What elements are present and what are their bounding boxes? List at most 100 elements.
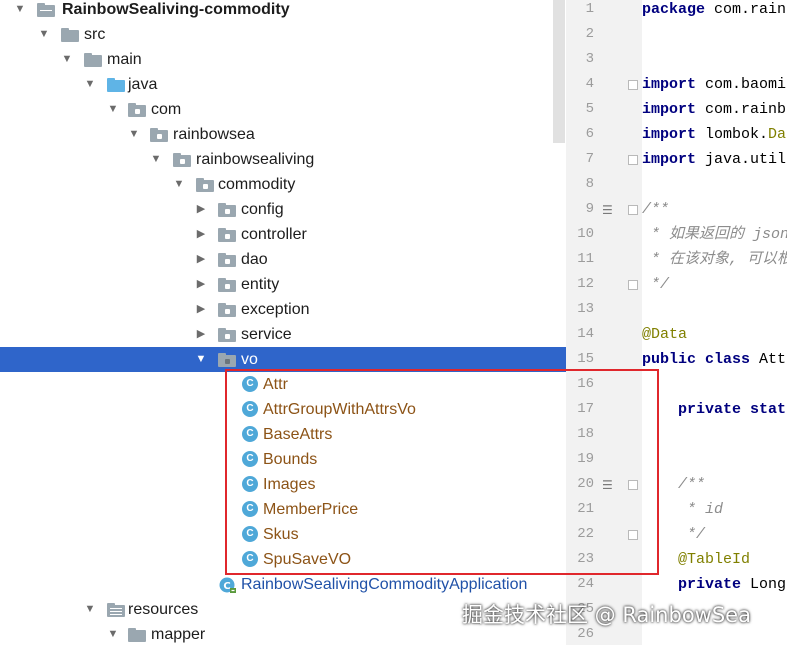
tree-item-main[interactable]: ▼ main (0, 47, 566, 72)
tree-item-label: mapper (151, 626, 206, 643)
code-line-4: import com.baomi (642, 76, 787, 93)
line-number: 8 (585, 176, 594, 192)
tree-item-label: entity (241, 276, 280, 293)
tree-item-label: commodity (218, 176, 296, 193)
chevron-right-icon[interactable]: ▶ (194, 197, 208, 222)
module-folder-icon (37, 3, 55, 17)
package-folder-icon (218, 203, 236, 217)
folder-icon (128, 628, 146, 642)
resources-folder-icon (107, 603, 125, 617)
source-root-folder-icon (107, 78, 125, 92)
line-number: 13 (577, 301, 594, 317)
fold-marker-icon[interactable] (628, 205, 638, 215)
code-line-14: @Data (642, 326, 688, 343)
line-number: 5 (585, 101, 594, 117)
tree-item-label: controller (241, 226, 307, 243)
chevron-right-icon[interactable]: ▶ (194, 322, 208, 347)
line-number: 6 (585, 126, 594, 142)
folder-icon (84, 53, 102, 67)
code-line-24: private Long (642, 576, 787, 593)
fold-marker-icon[interactable] (628, 80, 638, 90)
package-folder-icon (196, 178, 214, 192)
tree-item-label: exception (241, 301, 310, 318)
tree-item-entity[interactable]: ▶ entity (0, 272, 566, 297)
chevron-right-icon[interactable]: ▶ (194, 222, 208, 247)
code-line-11: * 在该对象, 可以根 (642, 251, 787, 268)
package-folder-icon (150, 128, 168, 142)
chevron-down-icon[interactable]: ▼ (83, 72, 97, 97)
line-number: 7 (585, 151, 594, 167)
svg-text:C: C (223, 581, 230, 592)
code-line-9: /** (642, 201, 670, 218)
chevron-down-icon[interactable]: ▼ (127, 122, 141, 147)
chevron-right-icon[interactable]: ▶ (194, 247, 208, 272)
folder-icon (61, 28, 79, 42)
spring-boot-class-icon: C (219, 576, 237, 594)
fold-marker-icon[interactable] (628, 155, 638, 165)
tree-item-config[interactable]: ▶ config (0, 197, 566, 222)
tree-item-label: com (151, 101, 182, 118)
tree-item-application[interactable]: C RainbowSealivingCommodityApplication (0, 572, 566, 597)
tree-item-service[interactable]: ▶ service (0, 322, 566, 347)
chevron-down-icon[interactable]: ▼ (194, 347, 208, 372)
code-line-10: * 如果返回的 json (642, 226, 787, 243)
tree-item-src[interactable]: ▼ src (0, 22, 566, 47)
chevron-down-icon[interactable]: ▼ (83, 597, 97, 622)
package-folder-icon (218, 328, 236, 342)
tree-item-rainbowsea[interactable]: ▼ rainbowsea (0, 122, 566, 147)
package-folder-icon (173, 153, 191, 167)
tree-item-rainbowsealiving[interactable]: ▼ rainbowsealiving (0, 147, 566, 172)
package-folder-icon (218, 228, 236, 242)
tree-item-label: dao (241, 251, 268, 268)
line-number: 11 (577, 251, 594, 267)
line-number: 10 (577, 226, 594, 242)
package-folder-icon (218, 353, 236, 367)
fold-marker-icon[interactable] (628, 280, 638, 290)
tree-item-label: RainbowSealiving-commodity (62, 1, 290, 18)
chevron-down-icon[interactable]: ▼ (37, 22, 51, 47)
line-number: 9 (585, 201, 594, 217)
line-number: 14 (577, 326, 594, 342)
line-number: 3 (585, 51, 594, 67)
tree-item-project[interactable]: ▼ RainbowSealiving-commodity (0, 0, 566, 22)
highlight-box (225, 369, 659, 575)
package-folder-icon (218, 303, 236, 317)
doc-comment-toggle-icon[interactable]: ☰ (602, 204, 616, 216)
chevron-right-icon[interactable]: ▶ (194, 272, 208, 297)
code-line-17: private stat (642, 401, 787, 418)
watermark: 掘金技术社区 @ RainbowSea (462, 603, 751, 627)
chevron-down-icon[interactable]: ▼ (149, 147, 163, 172)
chevron-right-icon[interactable]: ▶ (194, 297, 208, 322)
code-line-7: import java.util (642, 151, 787, 168)
line-number: 4 (585, 76, 594, 92)
tree-item-controller[interactable]: ▶ controller (0, 222, 566, 247)
package-folder-icon (218, 278, 236, 292)
tree-item-java[interactable]: ▼ java (0, 72, 566, 97)
line-number: 1 (585, 1, 594, 17)
tree-item-label: resources (128, 601, 199, 618)
code-line-5: import com.rainb (642, 101, 787, 118)
code-line-1: package com.rain (642, 1, 787, 18)
tree-scrollbar[interactable] (553, 0, 565, 143)
chevron-down-icon[interactable]: ▼ (60, 47, 74, 72)
line-number: 2 (585, 26, 594, 42)
tree-item-label: service (241, 326, 292, 343)
chevron-down-icon[interactable]: ▼ (106, 97, 120, 122)
package-folder-icon (218, 253, 236, 267)
tree-item-label: RainbowSealivingCommodityApplication (241, 576, 528, 593)
chevron-down-icon[interactable]: ▼ (106, 622, 120, 645)
tree-item-label: java (128, 76, 158, 93)
code-line-12: */ (642, 276, 670, 293)
tree-item-commodity[interactable]: ▼ commodity (0, 172, 566, 197)
tree-item-label: rainbowsealiving (196, 151, 315, 168)
tree-item-label: src (84, 26, 106, 43)
code-line-6: import lombok.Da (642, 126, 787, 143)
chevron-down-icon[interactable]: ▼ (172, 172, 186, 197)
tree-item-com[interactable]: ▼ com (0, 97, 566, 122)
chevron-down-icon[interactable]: ▼ (13, 0, 27, 22)
tree-item-dao[interactable]: ▶ dao (0, 247, 566, 272)
tree-item-label: main (107, 51, 142, 68)
package-folder-icon (128, 103, 146, 117)
tree-item-exception[interactable]: ▶ exception (0, 297, 566, 322)
tree-item-label: config (241, 201, 284, 218)
